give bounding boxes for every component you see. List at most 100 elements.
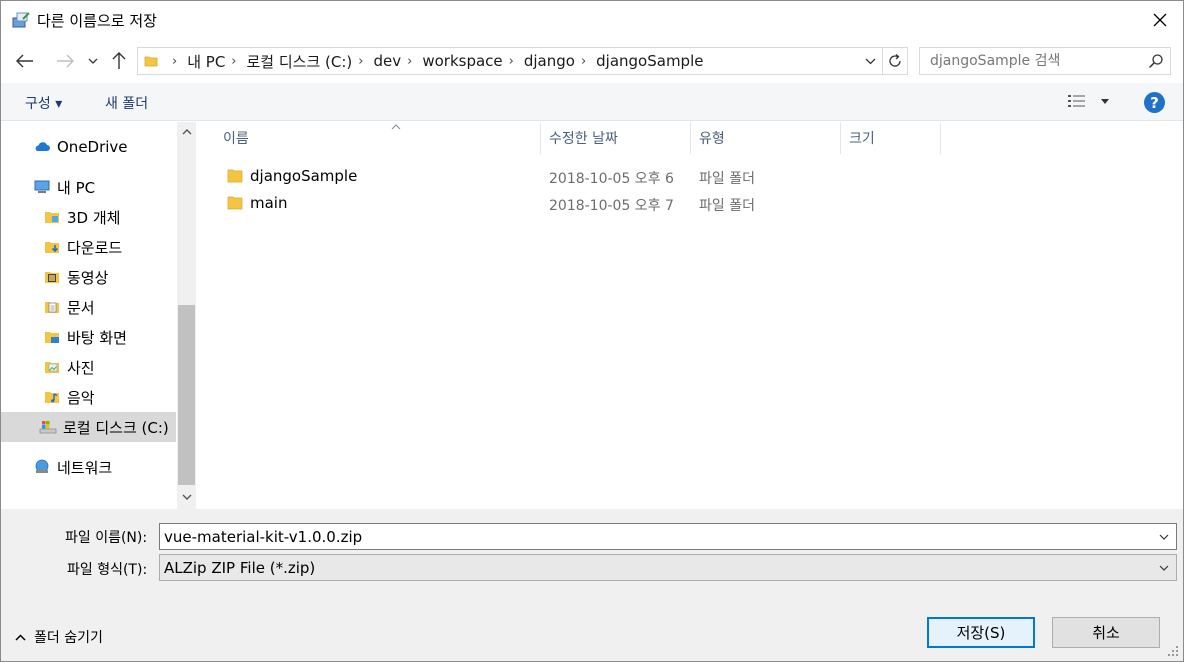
nav-item-network[interactable]: 네트워크 (1, 452, 176, 482)
save-button[interactable]: 저장(S) (927, 617, 1035, 648)
column-header-name[interactable]: 이름 (215, 122, 541, 154)
breadcrumb-item[interactable]: 로컬 디스크 (C:) (247, 51, 353, 72)
refresh-button[interactable] (882, 47, 908, 75)
save-fields: 파일 이름(N): 파일 형식(T): ALZip ZIP File (*.zi… (1, 509, 1183, 599)
address-row: › 내 PC › 로컬 디스크 (C:) › dev › workspace ›… (1, 41, 1183, 81)
breadcrumb-item[interactable]: workspace (422, 52, 502, 70)
change-view-button[interactable] (1067, 93, 1109, 109)
filename-dropdown-button[interactable] (1156, 528, 1172, 546)
refresh-icon (888, 54, 901, 67)
breadcrumb-item[interactable]: dev (373, 52, 401, 70)
chevron-up-icon (182, 129, 191, 135)
organize-menu[interactable]: 구성 ▾ (25, 93, 62, 113)
column-header-label: 유형 (699, 131, 725, 147)
filename-combobox[interactable] (159, 523, 1177, 550)
download-folder-icon (45, 242, 59, 253)
column-header-type[interactable]: 유형 (691, 122, 841, 154)
nav-item-label: OneDrive (57, 138, 128, 156)
music-folder-icon (45, 392, 59, 403)
address-dropdown-button[interactable] (860, 48, 880, 74)
breadcrumb-item[interactable]: django (524, 52, 575, 70)
dialog-footer: 폴더 숨기기 저장(S) 취소 (1, 599, 1183, 661)
chevron-right-icon[interactable]: › (407, 54, 412, 69)
filetype-select[interactable]: ALZip ZIP File (*.zip) (159, 554, 1177, 581)
filename-input[interactable] (160, 524, 1150, 549)
nav-item-label: 동영상 (67, 268, 109, 287)
video-folder-icon (45, 272, 59, 283)
column-header-label: 크기 (849, 131, 875, 147)
folder-icon (227, 169, 243, 183)
column-header-size[interactable]: 크기 (841, 122, 941, 154)
search-icon[interactable] (1148, 53, 1164, 69)
help-button[interactable]: ? (1144, 92, 1165, 113)
hide-folders-toggle[interactable]: 폴더 숨기기 (15, 627, 103, 647)
arrow-right-icon (57, 54, 74, 68)
file-name: main (250, 194, 288, 212)
app-icon (12, 12, 30, 28)
file-row[interactable]: main 2018-10-05 오후 7 파일 폴더 (197, 190, 1183, 216)
chevron-down-icon (865, 58, 875, 64)
scroll-down-button[interactable] (177, 487, 196, 507)
nav-item-3d-objects[interactable]: 3D 개체 (1, 202, 176, 232)
file-type: 파일 폴더 (699, 171, 755, 187)
nav-item-label: 문서 (67, 298, 95, 317)
chevron-right-icon[interactable]: › (509, 54, 514, 69)
desktop-folder-icon (45, 332, 59, 343)
sort-ascending-icon (391, 124, 401, 130)
nav-item-downloads[interactable]: 다운로드 (1, 232, 176, 262)
help-icon: ? (1150, 93, 1159, 112)
filetype-dropdown-button[interactable] (1156, 559, 1172, 577)
back-button[interactable] (13, 49, 37, 73)
nav-item-local-disk-c[interactable]: 로컬 디스크 (C:) (1, 412, 176, 442)
forward-button[interactable] (53, 49, 77, 73)
nav-item-documents[interactable]: 문서 (1, 292, 176, 322)
up-button[interactable] (107, 49, 131, 73)
file-row[interactable]: djangoSample 2018-10-05 오후 6 파일 폴더 (197, 163, 1183, 189)
chevron-right-icon[interactable]: › (358, 54, 363, 69)
chevron-down-icon (182, 494, 191, 500)
new-folder-button[interactable]: 새 폴더 (105, 93, 148, 113)
hide-folders-label: 폴더 숨기기 (34, 630, 103, 646)
pictures-folder-icon (45, 362, 59, 373)
nav-item-onedrive[interactable]: OneDrive (1, 132, 176, 162)
chevron-right-icon[interactable]: › (231, 54, 236, 69)
nav-item-label: 다운로드 (67, 238, 123, 257)
chevron-down-icon (1159, 534, 1169, 540)
nav-item-videos[interactable]: 동영상 (1, 262, 176, 292)
resize-grip-icon[interactable] (1167, 645, 1179, 657)
documents-folder-icon (45, 302, 59, 313)
recent-locations-button[interactable] (83, 49, 103, 73)
nav-item-pictures[interactable]: 사진 (1, 352, 176, 382)
nav-item-music[interactable]: 음악 (1, 382, 176, 412)
cancel-button[interactable]: 취소 (1052, 617, 1160, 648)
3d-objects-icon (45, 212, 59, 223)
close-button[interactable] (1137, 1, 1183, 39)
nav-item-desktop[interactable]: 바탕 화면 (1, 322, 176, 352)
caret-down-icon (1101, 98, 1109, 104)
scroll-up-button[interactable] (177, 122, 196, 142)
nav-scrollbar[interactable] (177, 122, 196, 509)
nav-item-this-pc[interactable]: 내 PC (1, 172, 176, 202)
drive-icon (39, 421, 57, 434)
chevron-down-icon (88, 58, 98, 64)
breadcrumb-item[interactable]: 내 PC (187, 51, 225, 72)
file-list: 이름 수정한 날짜 유형 크기 djangoSample 2018-10-05 … (197, 122, 1183, 509)
save-as-dialog: 다른 이름으로 저장 › 내 PC › 로컬 디스크 (C:) › dev › … (0, 0, 1184, 662)
scroll-thumb[interactable] (178, 305, 195, 485)
address-bar[interactable]: › 내 PC › 로컬 디스크 (C:) › dev › workspace ›… (137, 47, 883, 75)
filename-label: 파일 이름(N): (65, 530, 148, 546)
nav-item-label: 3D 개체 (67, 208, 121, 227)
title-bar: 다른 이름으로 저장 (1, 1, 1183, 39)
folder-icon (227, 196, 243, 210)
breadcrumb-item[interactable]: djangoSample (596, 52, 703, 70)
breadcrumb: › 내 PC › 로컬 디스크 (C:) › dev › workspace ›… (144, 48, 703, 74)
chevron-down-icon (1159, 565, 1169, 571)
nav-item-label: 바탕 화면 (67, 328, 127, 347)
search-input[interactable] (920, 48, 1140, 74)
chevron-right-icon[interactable]: › (581, 54, 586, 69)
command-bar: 구성 ▾ 새 폴더 ? (1, 83, 1183, 121)
chevron-up-icon (15, 633, 26, 641)
column-header-date[interactable]: 수정한 날짜 (541, 122, 691, 154)
column-header-label: 수정한 날짜 (549, 131, 618, 147)
search-box (919, 47, 1171, 75)
